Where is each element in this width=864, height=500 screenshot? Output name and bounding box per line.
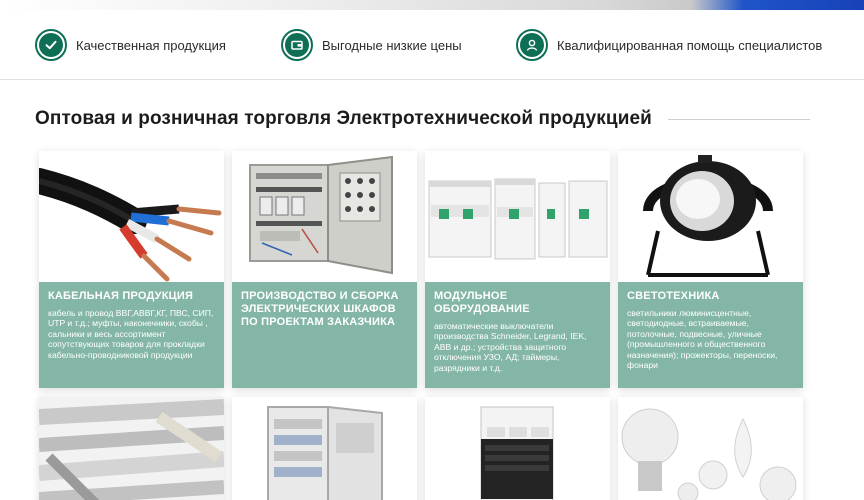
feature-support: Квалифицированная помощь специалистов (516, 28, 822, 62)
wallet-icon (281, 29, 313, 61)
feature-quality-label: Качественная продукция (76, 37, 226, 53)
panel-image (232, 397, 417, 500)
section-title: Оптовая и розничная торговля Электротехн… (35, 108, 652, 129)
feature-prices-label: Выгодные низкие цены (322, 37, 462, 53)
card-description: автоматические выключатели производства … (434, 321, 587, 373)
heading-divider (668, 119, 810, 120)
floodlight-image (618, 151, 803, 282)
features-bar: Качественная продукция Выгодные низкие ц… (0, 10, 864, 80)
category-card-lighting[interactable]: СВЕТОТЕХНИКА светильники люминисцентные,… (618, 151, 803, 388)
category-card-modular[interactable]: МОДУЛЬНОЕ ОБОРУДОВАНИЕ автоматические вы… (425, 151, 610, 388)
card-info: МОДУЛЬНОЕ ОБОРУДОВАНИЕ автоматические вы… (425, 282, 610, 388)
card-title: СВЕТОТЕХНИКА (627, 290, 720, 302)
top-banner-strip (0, 0, 864, 10)
category-card-cable[interactable]: КАБЕЛЬНАЯ ПРОДУКЦИЯ кабель и провод ВВГ,… (39, 151, 224, 388)
card-info: СВЕТОТЕХНИКА светильники люминисцентные,… (618, 282, 803, 388)
surge-protector-image (425, 397, 610, 500)
category-card-conduits[interactable] (39, 397, 224, 500)
feature-prices: Выгодные низкие цены (281, 28, 462, 62)
cabinet-image (232, 151, 417, 282)
category-card-bulbs[interactable] (618, 397, 803, 500)
person-icon (516, 29, 548, 61)
feature-support-label: Квалифицированная помощь специалистов (557, 37, 823, 53)
card-description: кабель и провод ВВГ,АВВГ,КГ, ПВС, СИП, U… (48, 308, 214, 360)
breakers-image (425, 151, 610, 282)
card-title: ПРОИЗВОДСТВО И СБОРКА ЭЛЕКТРИЧЕСКИХ ШКАФ… (241, 290, 399, 328)
bulbs-image (618, 397, 803, 500)
cable-image (39, 151, 224, 282)
card-title: МОДУЛЬНОЕ ОБОРУДОВАНИЕ (434, 290, 530, 315)
feature-quality: Качественная продукция (35, 28, 226, 62)
card-info: ПРОИЗВОДСТВО И СБОРКА ЭЛЕКТРИЧЕСКИХ ШКАФ… (232, 282, 417, 388)
conduits-image (39, 397, 224, 500)
card-title: КАБЕЛЬНАЯ ПРОДУКЦИЯ (48, 290, 194, 302)
category-card-surge[interactable] (425, 397, 610, 500)
card-info: КАБЕЛЬНАЯ ПРОДУКЦИЯ кабель и провод ВВГ,… (39, 282, 224, 388)
check-icon (35, 29, 67, 61)
card-description: светильники люминисцентные, светодиодные… (627, 308, 778, 371)
category-card-cabinets[interactable]: ПРОИЗВОДСТВО И СБОРКА ЭЛЕКТРИЧЕСКИХ ШКАФ… (232, 151, 417, 388)
category-card-panels[interactable] (232, 397, 417, 500)
